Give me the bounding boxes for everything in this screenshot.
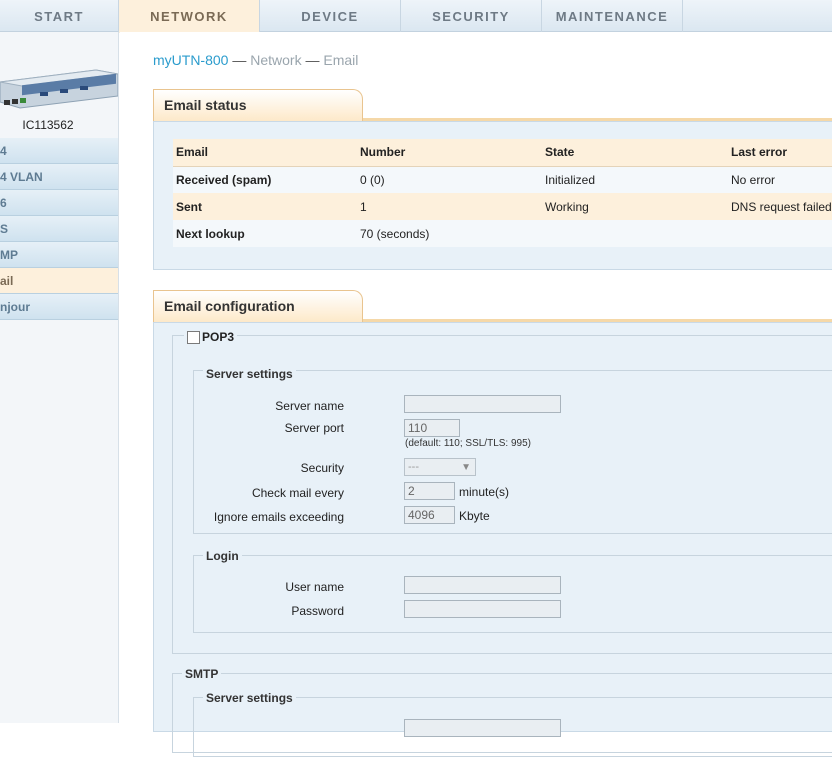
tab-device[interactable]: DEVICE: [260, 0, 401, 32]
username-input[interactable]: [404, 576, 561, 594]
server-port-hint: (default: 110; SSL/TLS: 995): [405, 438, 532, 449]
security-select[interactable]: --- ▼: [404, 458, 476, 476]
server-name-input[interactable]: [404, 395, 561, 413]
top-navigation: START NETWORK DEVICE SECURITY MAINTENANC…: [0, 0, 832, 33]
check-mail-every-unit: minute(s): [459, 485, 510, 499]
column-header: State: [542, 139, 728, 167]
table-row: Received (spam) 0 (0) Initialized No err…: [173, 166, 832, 193]
sidebar-item-ipv4[interactable]: 4: [0, 138, 118, 164]
ignore-emails-input[interactable]: 4096: [404, 506, 455, 524]
server-name-label: Server name: [275, 399, 344, 413]
server-port-label: Server port: [284, 421, 344, 435]
table-cell: Working: [542, 193, 728, 220]
table-cell: 0 (0): [357, 166, 542, 193]
chevron-down-icon: ▼: [461, 462, 471, 473]
smtp-server-settings-legend: Server settings: [203, 691, 296, 705]
sidebar-item-dns[interactable]: S: [0, 216, 118, 242]
table-cell: Next lookup: [173, 220, 357, 247]
device-image: [0, 69, 118, 109]
email-status-table: Email Number State Last error Received (…: [173, 139, 832, 247]
table-row: Sent 1 Working DNS request failed: [173, 193, 832, 220]
column-header: Last error: [728, 139, 832, 167]
security-label: Security: [300, 461, 344, 475]
table-cell: 70 (seconds): [357, 220, 542, 247]
breadcrumb: myUTN-800 — Network — Email: [153, 52, 358, 68]
breadcrumb-network[interactable]: Network: [250, 52, 301, 68]
sidebar-item-snmp[interactable]: MP: [0, 242, 118, 268]
device-id: IC113562: [22, 118, 74, 132]
sidebar-item-email[interactable]: ail: [0, 268, 118, 294]
column-header: Number: [357, 139, 542, 167]
email-configuration-panel: POP3 Server settings Server name Server …: [153, 322, 832, 757]
column-header: Email: [173, 139, 357, 167]
check-mail-every-label: Check mail every: [251, 486, 344, 500]
username-label: User name: [285, 580, 344, 594]
pop3-server-settings-legend: Server settings: [203, 367, 296, 381]
smtp-server-name-input[interactable]: [404, 719, 561, 737]
table-cell: DNS request failed: [728, 193, 832, 220]
email-status-title: Email status: [153, 89, 363, 121]
tab-start[interactable]: START: [0, 0, 119, 32]
server-port-input[interactable]: 110: [404, 419, 460, 437]
sidebar-item-bonjour[interactable]: njour: [0, 294, 118, 320]
password-label: Password: [291, 604, 344, 618]
check-mail-every-input[interactable]: 2: [404, 482, 455, 500]
pop3-label: POP3: [202, 330, 235, 344]
email-status-panel: Email Number State Last error Received (…: [153, 121, 832, 270]
breadcrumb-home[interactable]: myUTN-800: [153, 52, 228, 68]
table-cell: Received (spam): [173, 166, 357, 193]
pop3-legend: POP3: [184, 329, 238, 345]
breadcrumb-email: Email: [323, 52, 359, 68]
ignore-emails-unit: Kbyte: [459, 509, 490, 523]
tab-security[interactable]: SECURITY: [401, 0, 542, 32]
pop3-login-fieldset: [193, 555, 832, 633]
table-cell: No error: [728, 166, 832, 193]
breadcrumb-separator: —: [305, 52, 320, 68]
security-select-value: ---: [408, 461, 419, 473]
table-cell: Sent: [173, 193, 357, 220]
tab-maintenance[interactable]: MAINTENANCE: [542, 0, 683, 32]
smtp-label: SMTP: [182, 667, 222, 681]
main-content: myUTN-800 — Network — Email Email status…: [120, 32, 832, 757]
sidebar-item-ipv6[interactable]: 6: [0, 190, 118, 216]
pop3-login-legend: Login: [203, 549, 242, 563]
sidebar-item-ipv4-vlan[interactable]: 4 VLAN: [0, 164, 118, 190]
table-cell: [728, 220, 832, 247]
table-row: Next lookup 70 (seconds): [173, 220, 832, 247]
ignore-emails-label: Ignore emails exceeding: [213, 510, 344, 524]
table-cell: 1: [357, 193, 542, 220]
breadcrumb-separator: —: [232, 52, 247, 68]
pop3-checkbox[interactable]: [187, 330, 200, 344]
table-cell: [542, 220, 728, 247]
sidebar: IC113562 4 4 VLAN 6 S MP ail njour: [0, 32, 119, 723]
table-cell: Initialized: [542, 166, 728, 193]
password-input[interactable]: [404, 600, 561, 618]
tab-network[interactable]: NETWORK: [119, 0, 260, 33]
email-configuration-title: Email configuration: [153, 290, 363, 322]
